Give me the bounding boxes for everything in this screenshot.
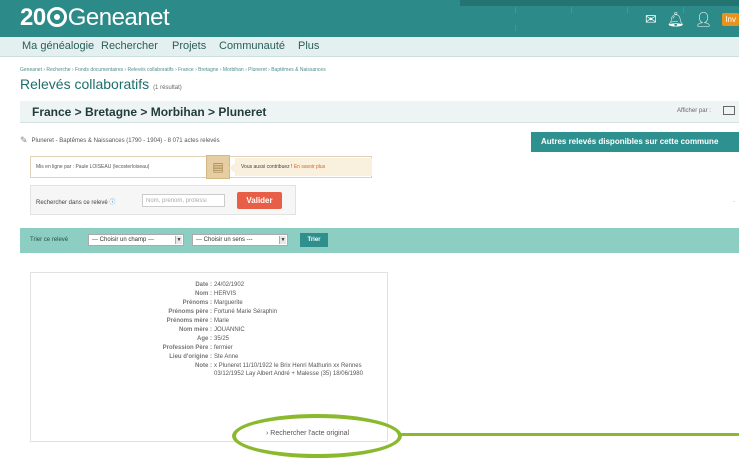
- field-label: Date :: [195, 282, 212, 288]
- learn-more-link[interactable]: En savoir plus: [294, 164, 325, 170]
- field-label: Prénoms père :: [168, 309, 212, 315]
- record-source-line: ✎ Pluneret - Baptêmes & Naissances (1790…: [20, 135, 220, 146]
- display-grid-icon[interactable]: [723, 106, 735, 115]
- logo-number: 20: [20, 4, 46, 31]
- top-tab-strip: [460, 0, 739, 31]
- nav-rechercher[interactable]: Rechercher: [101, 40, 158, 52]
- search-panel: Rechercher dans ce relevé ⓘ Valider: [30, 185, 296, 215]
- bell-icon[interactable]: 🔔︎: [667, 10, 685, 28]
- field-label: Note :: [195, 363, 212, 369]
- sort-label: Trier ce relevé: [30, 237, 69, 243]
- sort-order-value: --- Choisir un sens ---: [196, 237, 253, 243]
- field-value: Fortuné Marie Séraphin: [214, 309, 278, 315]
- help-icon[interactable]: ⓘ: [109, 200, 115, 206]
- field-value: fermier: [214, 345, 233, 351]
- contributor-text: Mis en ligne par : Paule LOISEAU (lecost…: [36, 164, 150, 170]
- chevron-down-icon: ▼: [279, 236, 286, 244]
- location-path: France > Bretagne > Morbihan > Pluneret: [32, 105, 267, 119]
- field-value: 35/25: [214, 336, 230, 342]
- sort-band: Trier ce relevé --- Choisir un champ ---…: [20, 228, 739, 253]
- validate-button[interactable]: Valider: [237, 192, 282, 209]
- location-band: France > Bretagne > Morbihan > Pluneret …: [20, 101, 739, 123]
- field-value: x Pluneret 11/10/1922 le Brix Henri Math…: [214, 363, 363, 377]
- display-by-label: Afficher par :: [677, 108, 711, 114]
- field-label: Lieu d'origine :: [169, 354, 212, 360]
- user-icon[interactable]: 👤︎: [695, 10, 713, 28]
- document-icon: ▤: [206, 155, 230, 179]
- chevron-down-icon: ▼: [175, 236, 182, 244]
- logo-circle-icon: [46, 7, 67, 27]
- nav-plus[interactable]: Plus: [298, 40, 319, 52]
- field-label: Age :: [197, 336, 212, 342]
- nav-ma-genealogie[interactable]: Ma généalogie: [22, 40, 94, 52]
- search-label-text: Rechercher dans ce relevé: [36, 200, 108, 206]
- mail-icon[interactable]: ✉: [645, 10, 657, 28]
- record-source-text: Pluneret - Baptêmes & Naissances (1790 -…: [31, 137, 220, 144]
- other-records-button[interactable]: Autres relevés disponibles sur cette com…: [531, 132, 739, 152]
- field-value: JOUANNIC: [214, 327, 245, 333]
- search-label: Rechercher dans ce relevé ⓘ: [36, 197, 115, 206]
- highlight-pointer-line: [401, 433, 739, 436]
- field-value: Marguerite: [214, 300, 243, 306]
- right-edge-marker: ·: [733, 199, 735, 205]
- logo-text: Geneanet: [67, 4, 170, 31]
- field-label: Prénoms :: [182, 300, 212, 306]
- geneanet-logo[interactable]: 20 Geneanet: [20, 2, 170, 34]
- contribute-callout: Vous aussi contribuez ! En savoir plus: [235, 158, 372, 176]
- field-label: Nom :: [195, 291, 212, 297]
- sort-field-value: --- Choisir un champ ---: [92, 237, 155, 243]
- scroll-pen-icon: ✎: [20, 135, 28, 145]
- field-label: Nom mère :: [178, 327, 212, 333]
- subscription-badge[interactable]: Inv: [722, 12, 739, 26]
- breadcrumb[interactable]: Geneanet › Recherche › Fonds documentair…: [20, 67, 326, 73]
- nav-communaute[interactable]: Communauté: [219, 40, 285, 52]
- page-title-text: Relevés collaboratifs: [20, 76, 150, 92]
- result-count: (1 résultat): [153, 85, 182, 91]
- field-label: Prénoms mère :: [166, 318, 212, 324]
- contributor-box: Mis en ligne par : Paule LOISEAU (lecost…: [30, 155, 372, 179]
- sort-button[interactable]: Trier: [300, 233, 328, 247]
- search-input[interactable]: [142, 194, 225, 207]
- highlight-ellipse: [232, 414, 402, 458]
- sort-order-select[interactable]: --- Choisir un sens --- ▼: [192, 234, 288, 246]
- field-value: HERVIS: [214, 291, 237, 297]
- header-icons: ✉ 🔔︎ 👤︎ Inv: [645, 10, 739, 28]
- contribute-text: Vous aussi contribuez !: [241, 164, 294, 170]
- main-nav: Ma généalogie Rechercher Projets Communa…: [0, 37, 739, 57]
- field-value: 24/02/1902: [214, 282, 245, 288]
- field-label: Profession Père :: [162, 345, 212, 351]
- field-value: Ste Anne: [214, 354, 239, 360]
- sort-field-select[interactable]: --- Choisir un champ --- ▼: [88, 234, 184, 246]
- nav-projets[interactable]: Projets: [172, 40, 206, 52]
- page-title: Relevés collaboratifs (1 résultat): [20, 76, 182, 92]
- field-value: Marie: [214, 318, 230, 324]
